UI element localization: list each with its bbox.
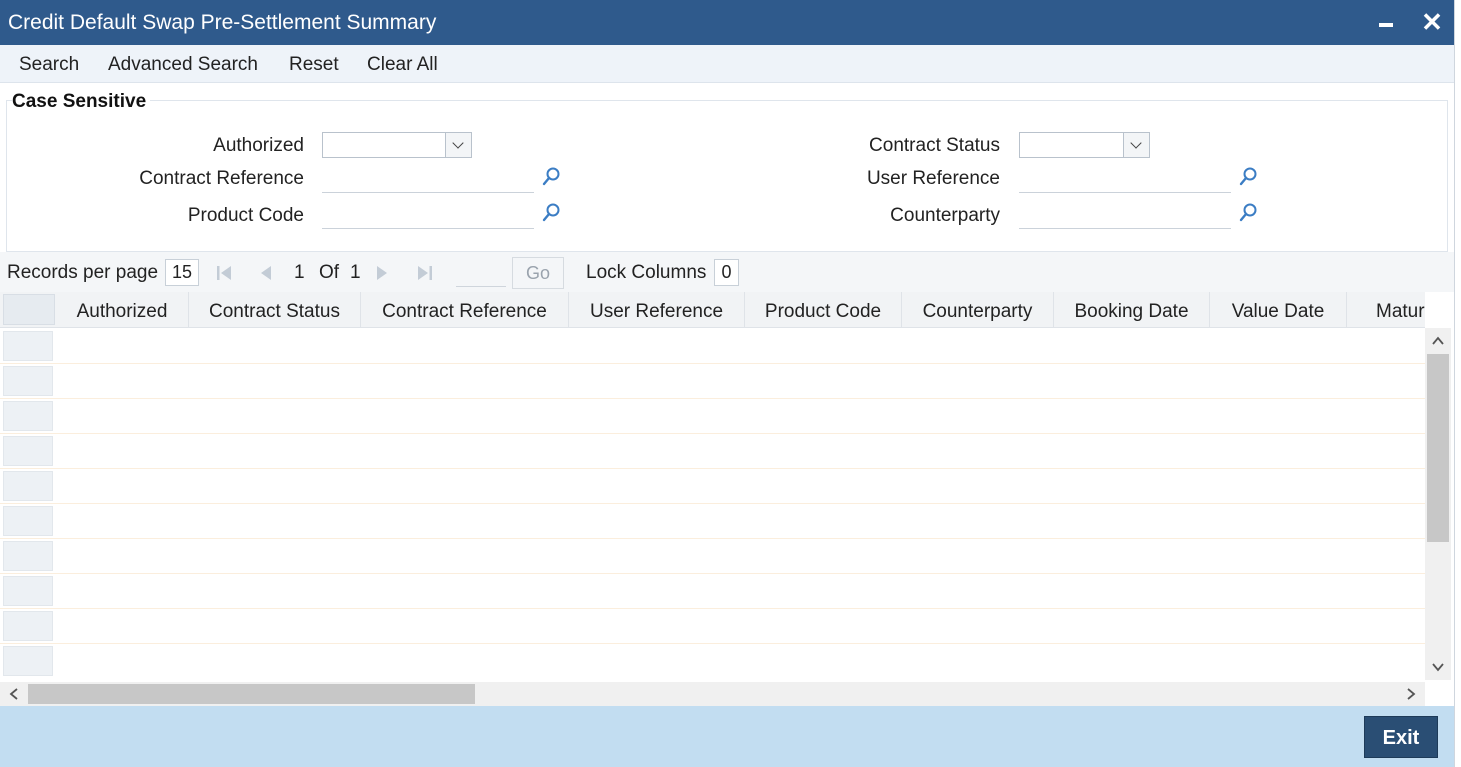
of-label: Of — [319, 262, 340, 283]
toolbar: Search Advanced Search Reset Clear All — [0, 45, 1454, 83]
search-lov-icon[interactable] — [542, 202, 562, 224]
window-title: Credit Default Swap Pre-Settlement Summa… — [8, 11, 437, 34]
product-code-label: Product Code — [187, 205, 304, 226]
goto-page-input[interactable] — [456, 259, 506, 287]
table-row[interactable] — [0, 539, 1425, 574]
counterparty-input[interactable] — [1019, 201, 1231, 229]
go-button[interactable]: Go — [512, 257, 564, 289]
column-header-user-reference[interactable]: User Reference — [569, 292, 745, 328]
previous-page-icon[interactable] — [256, 263, 276, 283]
next-page-icon[interactable] — [372, 263, 392, 283]
last-page-icon[interactable] — [415, 263, 435, 283]
column-header-maturity-date[interactable]: Matur — [1347, 292, 1425, 328]
scroll-left-icon[interactable] — [7, 687, 21, 701]
table-row[interactable] — [0, 329, 1425, 364]
contract-reference-label: Contract Reference — [139, 168, 304, 189]
search-lov-icon[interactable] — [1239, 202, 1259, 224]
case-sensitive-legend: Case Sensitive — [12, 91, 151, 113]
counterparty-label: Counterparty — [890, 205, 1000, 226]
row-select-checkbox[interactable] — [3, 541, 53, 571]
row-select-checkbox[interactable] — [3, 646, 53, 676]
advanced-search-button[interactable]: Advanced Search — [108, 54, 258, 76]
table-row[interactable] — [0, 609, 1425, 644]
row-select-checkbox[interactable] — [3, 611, 53, 641]
row-select-checkbox[interactable] — [3, 401, 53, 431]
column-header-authorized[interactable]: Authorized — [56, 292, 189, 328]
total-pages: 1 — [350, 262, 361, 283]
column-header-contract-status[interactable]: Contract Status — [189, 292, 361, 328]
reset-button[interactable]: Reset — [289, 54, 339, 76]
row-select-checkbox[interactable] — [3, 576, 53, 606]
row-select-checkbox[interactable] — [3, 331, 53, 361]
user-reference-input[interactable] — [1019, 165, 1231, 193]
search-button[interactable]: Search — [19, 54, 79, 76]
table-row[interactable] — [0, 574, 1425, 609]
column-header-booking-date[interactable]: Booking Date — [1054, 292, 1210, 328]
search-lov-icon[interactable] — [1239, 166, 1259, 188]
row-select-checkbox[interactable] — [3, 366, 53, 396]
table-row[interactable] — [0, 364, 1425, 399]
authorized-select[interactable] — [322, 132, 472, 158]
row-select-checkbox[interactable] — [3, 436, 53, 466]
user-reference-label: User Reference — [866, 168, 1000, 189]
table-row[interactable] — [0, 504, 1425, 539]
footer-bar: Exit — [0, 706, 1454, 767]
column-header-counterparty[interactable]: Counterparty — [902, 292, 1054, 328]
column-header-product-code[interactable]: Product Code — [745, 292, 902, 328]
table-row[interactable] — [0, 469, 1425, 504]
results-grid: Authorized Contract Status Contract Refe… — [0, 292, 1454, 706]
search-lov-icon[interactable] — [542, 166, 562, 188]
row-select-checkbox[interactable] — [3, 506, 53, 536]
first-page-icon[interactable] — [214, 263, 234, 283]
table-row[interactable] — [0, 644, 1425, 679]
exit-button[interactable]: Exit — [1364, 716, 1438, 758]
lock-columns-input[interactable]: 0 — [714, 259, 739, 286]
current-page: 1 — [294, 262, 305, 283]
window-border — [1454, 0, 1461, 767]
table-row[interactable] — [0, 434, 1425, 469]
records-per-page-input[interactable]: 15 — [165, 259, 199, 286]
scroll-down-icon[interactable] — [1431, 660, 1445, 674]
horizontal-scroll-thumb[interactable] — [28, 684, 475, 704]
records-per-page-label: Records per page — [7, 262, 159, 283]
pagination-bar: Records per page 15 1 Of 1 Go Lock Colum… — [0, 252, 1454, 292]
chevron-down-icon[interactable] — [445, 133, 471, 157]
grid-header: Authorized Contract Status Contract Refe… — [0, 292, 1425, 328]
clear-all-button[interactable]: Clear All — [367, 54, 438, 76]
contract-status-label: Contract Status — [869, 135, 1000, 156]
select-all-checkbox[interactable] — [3, 294, 55, 325]
vertical-scroll-thumb[interactable] — [1427, 354, 1449, 542]
product-code-input[interactable] — [322, 201, 534, 229]
column-header-contract-reference[interactable]: Contract Reference — [361, 292, 569, 328]
chevron-down-icon[interactable] — [1123, 133, 1149, 157]
authorized-label: Authorized — [213, 135, 304, 156]
scroll-right-icon[interactable] — [1404, 687, 1418, 701]
close-icon[interactable]: ✕ — [1418, 8, 1446, 36]
minimize-icon[interactable] — [1372, 8, 1400, 36]
contract-status-select[interactable] — [1019, 132, 1150, 158]
table-row[interactable] — [0, 399, 1425, 434]
contract-reference-input[interactable] — [322, 165, 534, 193]
title-bar: Credit Default Swap Pre-Settlement Summa… — [0, 0, 1454, 45]
column-header-value-date[interactable]: Value Date — [1210, 292, 1347, 328]
vertical-scrollbar[interactable] — [1425, 328, 1451, 680]
row-select-checkbox[interactable] — [3, 471, 53, 501]
summary-window: Credit Default Swap Pre-Settlement Summa… — [0, 0, 1461, 767]
lock-columns-label: Lock Columns — [586, 262, 707, 283]
scroll-up-icon[interactable] — [1431, 334, 1445, 348]
horizontal-scrollbar[interactable] — [0, 682, 1425, 706]
